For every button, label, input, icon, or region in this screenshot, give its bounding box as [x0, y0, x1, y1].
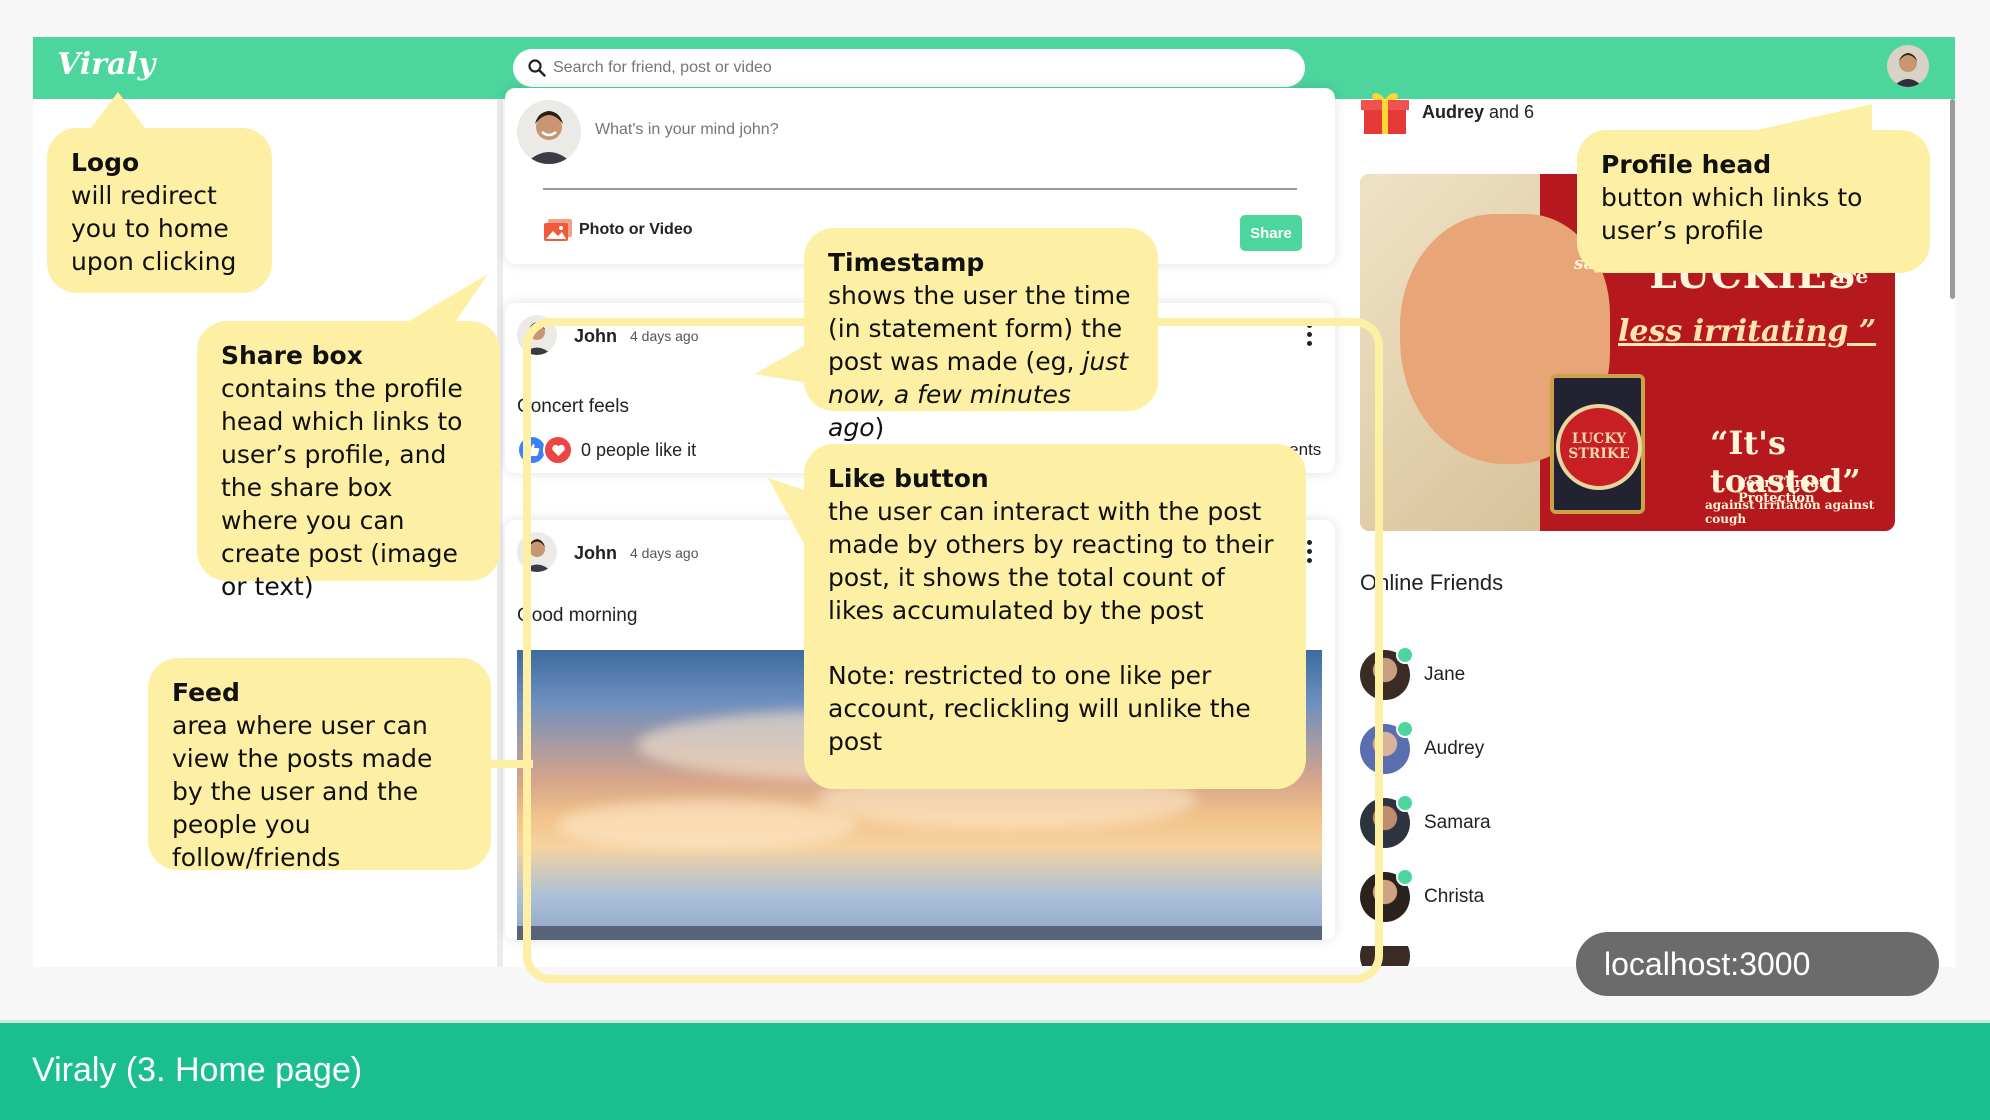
callout-like-button: Like button the user can interact with t… — [804, 444, 1306, 789]
callout-feed: Feed area where user can view the posts … — [148, 658, 491, 872]
callout-profile-head: Profile head button which links to user’… — [1577, 130, 1930, 273]
share-box-avatar[interactable] — [517, 100, 581, 164]
feed-connector — [488, 760, 533, 768]
slide-footer: Viraly (3. Home page) — [0, 1020, 1990, 1120]
photo-icon — [544, 219, 572, 241]
divider — [543, 188, 1297, 190]
ad-text: against irritation against cough — [1705, 498, 1875, 526]
online-indicator — [1396, 646, 1414, 664]
online-indicator — [1396, 794, 1414, 812]
logo[interactable]: Viraly — [57, 47, 155, 82]
online-indicator — [1396, 720, 1414, 738]
friend-name: Audrey — [1424, 738, 1485, 759]
slide-title: Viraly (3. Home page) — [32, 1051, 363, 1089]
callout-timestamp: Timestamp shows the user the time (in st… — [804, 228, 1158, 442]
birthday-notice: Audrey and 6 — [1360, 88, 1534, 136]
ad-text: less irritating ” — [1618, 314, 1877, 349]
search-bar[interactable] — [513, 49, 1305, 87]
share-button[interactable]: Share — [1240, 215, 1302, 251]
url-pill: localhost:3000 — [1576, 932, 1939, 996]
online-indicator — [1396, 868, 1414, 886]
gift-icon — [1361, 93, 1409, 134]
photo-video-button[interactable]: Photo or Video — [543, 218, 692, 242]
callout-tail — [88, 92, 148, 132]
birthday-text: Audrey and 6 — [1422, 101, 1535, 122]
callout-logo: Logo will redirect you to home upon clic… — [47, 128, 272, 293]
search-input[interactable] — [553, 57, 1273, 79]
friend-name: Jane — [1424, 664, 1466, 685]
friend-name: Christa — [1424, 886, 1485, 907]
search-icon — [528, 59, 546, 77]
photo-video-label: Photo or Video — [579, 221, 693, 238]
scrollbar[interactable] — [1950, 99, 1955, 299]
callout-share-box: Share box contains the profile head whic… — [197, 321, 500, 601]
profile-head-avatar[interactable] — [1887, 45, 1929, 87]
post-input[interactable] — [595, 118, 1295, 142]
friend-name: Samara — [1424, 812, 1491, 833]
